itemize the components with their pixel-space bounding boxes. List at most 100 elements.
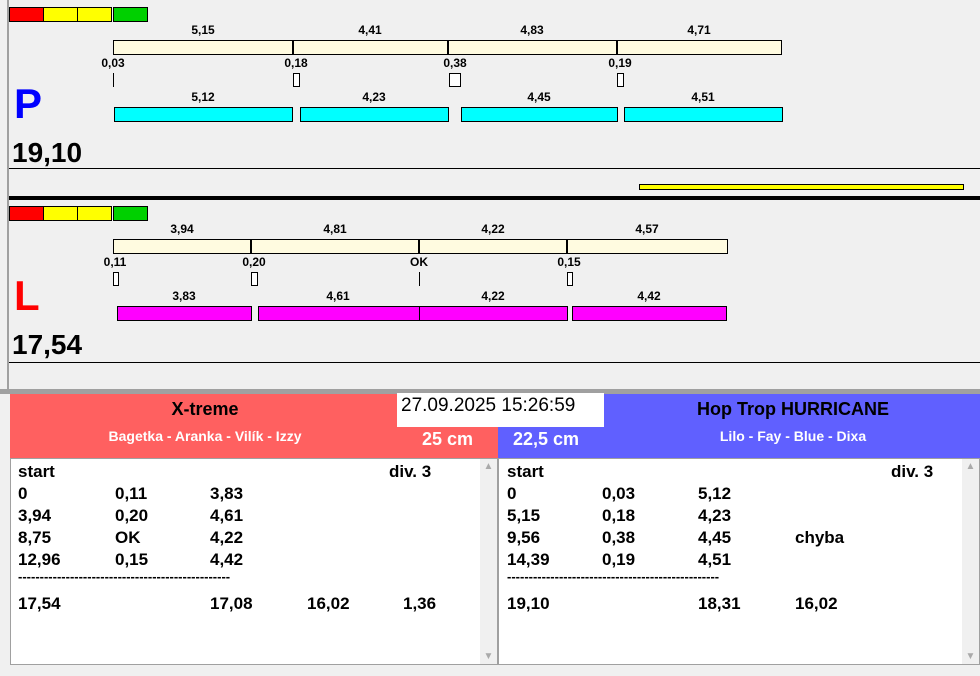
team-dogs: Bagetka - Aranka - Vilík - Izzy: [108, 428, 302, 444]
lane-total: 17,54: [12, 329, 83, 360]
split-time: 0,03: [101, 56, 125, 70]
totals-row: 19,10 18,31 16,02: [499, 594, 979, 616]
split-time: 0,19: [608, 56, 632, 70]
cell: 4,22: [210, 528, 244, 547]
divider: [9, 168, 980, 169]
split-marker: [251, 272, 258, 286]
run-time: 5,15: [191, 23, 215, 37]
bar-divider: [447, 40, 449, 55]
progress-bar: [639, 184, 964, 190]
cell: 14,39: [507, 550, 550, 569]
leg-bar: [419, 306, 568, 321]
divider: [9, 362, 980, 363]
status-light-red: [9, 206, 44, 221]
cell: 4,51: [698, 550, 732, 569]
status-light-yellow: [77, 7, 112, 22]
bar-divider: [292, 40, 294, 55]
leg-bar: [117, 306, 252, 321]
split-marker: [567, 272, 573, 286]
lane-letter: L: [14, 272, 40, 319]
run-time: 4,81: [323, 222, 347, 236]
run-time: 4,83: [520, 23, 544, 37]
right-results-panel[interactable]: start div. 3 0 0,03 5,12 5,15 0,18 4,23 9,56 0…: [498, 458, 980, 665]
leg-bar: [114, 107, 293, 122]
leg-bar: [258, 306, 420, 321]
leg-time: 4,22: [481, 289, 505, 303]
split-time: 0,38: [443, 56, 467, 70]
leg-time: 4,61: [326, 289, 350, 303]
lane-letter: P: [14, 80, 43, 127]
cell: OK: [115, 528, 141, 547]
lane-total: 19,10: [12, 137, 83, 168]
split-time: 0,18: [284, 56, 308, 70]
separator-dashes: ----------------------------------------…: [507, 569, 720, 584]
table-row: 0 0,03 5,12: [499, 484, 979, 506]
scrollbar[interactable]: ▲ ▼: [962, 459, 979, 664]
scroll-down-icon[interactable]: ▼: [480, 651, 497, 662]
run-time-bar: [113, 239, 728, 254]
split-marker: [113, 73, 114, 87]
header-division: div. 3: [389, 462, 432, 481]
split-marker: [449, 73, 461, 87]
leg-bar: [624, 107, 783, 122]
cell: 0,15: [115, 550, 149, 569]
team-name: X-treme: [171, 399, 239, 419]
leg-bar: [572, 306, 727, 321]
cell: 4,23: [698, 506, 732, 525]
bar-divider: [250, 239, 252, 254]
leg-time: 4,23: [362, 90, 386, 104]
window-frame: [7, 0, 9, 390]
cell: 5,12: [698, 484, 732, 503]
leg-time: 4,51: [691, 90, 715, 104]
team-dogs: Lilo - Fay - Blue - Dixa: [719, 428, 867, 444]
cell: 0,11: [115, 484, 148, 503]
cell: 0: [18, 484, 28, 503]
cell: 3,83: [210, 484, 244, 503]
cell: 12,96: [18, 550, 61, 569]
cell: 0: [507, 484, 517, 503]
split-time: OK: [410, 255, 428, 269]
header-division: div. 3: [891, 462, 934, 481]
table-row: 9,56 0,38 4,45 chyba: [499, 528, 979, 550]
split-marker: [293, 73, 300, 87]
cell: 19,10: [507, 594, 550, 613]
cell: 0,19: [602, 550, 636, 569]
cell: 0,03: [602, 484, 636, 503]
cell: 1,36: [403, 594, 437, 613]
cell: 0,20: [115, 506, 149, 525]
split-time: 0,15: [557, 255, 581, 269]
run-time: 4,71: [687, 23, 711, 37]
scroll-down-icon[interactable]: ▼: [962, 651, 979, 662]
run-time: 4,22: [481, 222, 505, 236]
left-results-panel[interactable]: start div. 3 0 0,11 3,83 3,94 0,20 4,61 8,75 O…: [10, 458, 498, 665]
leg-time: 4,45: [527, 90, 551, 104]
run-time: 4,57: [635, 222, 659, 236]
table-row: 5,15 0,18 4,23: [499, 506, 979, 528]
status-light-green: [113, 7, 148, 22]
cell: 0,18: [602, 506, 636, 525]
cell: 16,02: [307, 594, 350, 613]
cell: 4,61: [210, 506, 244, 525]
leg-time: 5,12: [191, 90, 215, 104]
leg-bar: [461, 107, 618, 122]
datetime: 27.09.2025 15:26:59: [397, 393, 604, 427]
cell: 18,31: [698, 594, 741, 613]
scroll-up-icon[interactable]: ▲: [962, 461, 979, 472]
scrollbar[interactable]: ▲ ▼: [480, 459, 497, 664]
bar-divider: [616, 40, 618, 55]
leg-time: 3,83: [172, 289, 196, 303]
run-time: 4,41: [358, 23, 382, 37]
status-light-yellow: [43, 206, 78, 221]
status-light-yellow: [43, 7, 78, 22]
status-light-yellow: [77, 206, 112, 221]
header-start: start: [18, 462, 55, 481]
cell: 3,94: [18, 506, 52, 525]
split-marker: [419, 272, 420, 286]
team-name: Hop Trop HURRICANE: [697, 399, 889, 419]
table-row: 8,75 OK 4,22: [11, 528, 497, 550]
split-time: 0,20: [242, 255, 266, 269]
team-height: 22,5 cm: [513, 429, 580, 449]
status-light-red: [9, 7, 44, 22]
table-row: 3,94 0,20 4,61: [11, 506, 497, 528]
scroll-up-icon[interactable]: ▲: [480, 461, 497, 472]
